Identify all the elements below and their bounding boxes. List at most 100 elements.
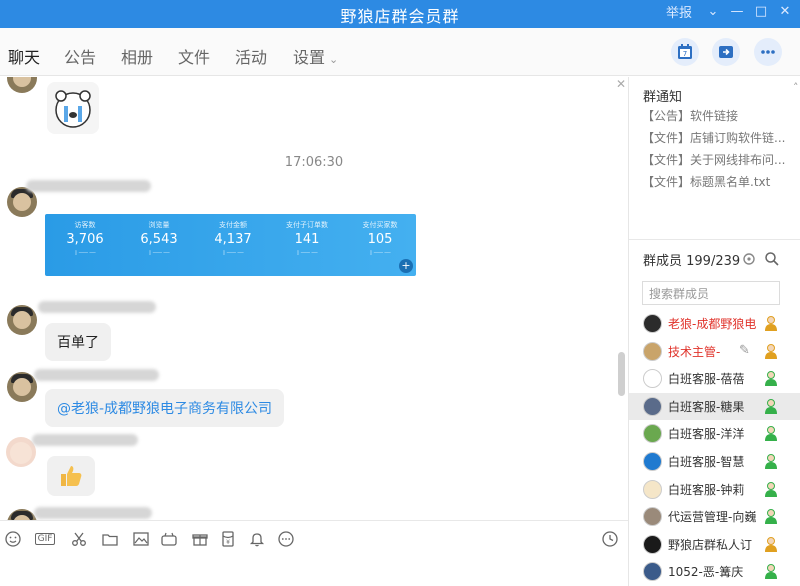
member-role-icon xyxy=(765,343,777,359)
member-row[interactable]: 白班客服-蓓蓓 xyxy=(629,365,800,392)
panel-scroll-arrow[interactable]: ˄ xyxy=(793,81,799,94)
maximize-icon[interactable]: □ xyxy=(754,4,768,19)
forward-icon xyxy=(719,46,733,58)
member-search-input[interactable]: 搜索群成员 xyxy=(642,281,780,305)
member-role-icon xyxy=(765,371,777,387)
chevron-down-icon[interactable]: ⌄ xyxy=(706,4,720,19)
member-role-icon xyxy=(765,454,777,469)
message-bubble[interactable]: 百单了 xyxy=(45,323,111,361)
member-avatar[interactable] xyxy=(643,396,662,416)
metric-payment-amount: 支付金额 4,137 ▯ ─── ── xyxy=(214,221,252,256)
tab-announcement[interactable]: 公告 xyxy=(64,44,96,68)
member-row[interactable]: 野狼店群私人订 xyxy=(629,531,800,558)
tab-settings[interactable]: 设置 ⌄ xyxy=(293,44,338,68)
sender-name-blurred xyxy=(38,301,156,313)
divider xyxy=(629,239,800,240)
member-role-icon xyxy=(765,426,777,442)
member-role-icon xyxy=(765,398,777,414)
dashboard-screenshot[interactable]: 访客数 3,706 ▯ ─── ── 浏览量 6,543 ▯ ─── ── 支付… xyxy=(45,214,416,276)
chevron-down-icon: ⌄ xyxy=(329,53,339,66)
notice-item[interactable]: 【文件】关于网线排布问... xyxy=(642,151,792,168)
search-icon[interactable] xyxy=(764,251,780,267)
message-input[interactable] xyxy=(0,556,628,586)
member-name: 白班客服-智慧 xyxy=(668,455,745,469)
member-avatar[interactable] xyxy=(643,424,662,444)
member-avatar[interactable] xyxy=(643,452,662,471)
member-avatar[interactable] xyxy=(643,369,662,389)
gif-icon[interactable]: GIF xyxy=(34,529,56,549)
member-avatar[interactable] xyxy=(643,341,662,361)
chat-area[interactable]: ✕ 17:06:30 访客数 3,706 ▯ ─── ── 浏览量 6,543 … xyxy=(0,77,628,520)
metric-pageviews: 浏览量 6,543 ▯ ─── ── xyxy=(140,221,178,256)
image-icon[interactable] xyxy=(131,529,151,549)
report-link[interactable]: 举报 xyxy=(666,2,692,21)
calendar-button[interactable]: 7 xyxy=(671,38,699,66)
member-avatar[interactable] xyxy=(643,507,662,527)
timestamp: 17:06:30 xyxy=(284,155,344,170)
notice-item[interactable]: 【文件】标题黑名单.txt xyxy=(642,173,792,190)
thumbs-up-icon xyxy=(61,466,82,486)
sender-name-blurred xyxy=(34,507,152,519)
edit-icon[interactable]: ✎ xyxy=(739,343,750,358)
history-icon[interactable] xyxy=(600,529,620,549)
gamepad-icon[interactable] xyxy=(159,529,179,549)
tab-chat[interactable]: 聊天 xyxy=(8,44,41,84)
zoom-in-icon[interactable]: + xyxy=(399,259,413,273)
member-row[interactable]: 代运营管理-向巍 xyxy=(629,503,800,530)
member-name: 白班客服-洋洋 xyxy=(668,427,745,442)
member-name: 野狼店群私人订 xyxy=(668,537,753,552)
folder-icon[interactable] xyxy=(100,529,120,549)
member-row[interactable]: 老狼-成都野狼电 xyxy=(629,310,800,337)
avatar[interactable] xyxy=(7,77,37,93)
more-button[interactable] xyxy=(754,38,782,66)
avatar[interactable] xyxy=(7,372,37,402)
minimize-icon[interactable]: — xyxy=(730,4,744,19)
red-packet-icon[interactable]: ¥ xyxy=(218,529,238,549)
member-avatar[interactable] xyxy=(643,314,662,333)
tab-activity[interactable]: 活动 xyxy=(235,44,267,68)
member-avatar[interactable] xyxy=(643,534,662,554)
metric-visitors: 访客数 3,706 ▯ ─── ── xyxy=(66,221,104,256)
tab-settings-label: 设置 xyxy=(293,48,326,67)
gift-icon[interactable] xyxy=(190,529,210,549)
sender-name-blurred xyxy=(34,369,159,381)
sender-name-blurred xyxy=(26,180,151,192)
member-role-icon xyxy=(765,536,777,552)
close-icon[interactable]: ✕ xyxy=(616,77,626,91)
member-role-icon xyxy=(765,564,777,580)
notice-item[interactable]: 【文件】店铺订购软件链... xyxy=(642,129,792,146)
bell-icon[interactable] xyxy=(247,529,267,549)
more-options-icon[interactable] xyxy=(276,529,296,549)
member-row[interactable]: 白班客服-糖果 xyxy=(629,392,800,420)
tab-album[interactable]: 相册 xyxy=(121,44,153,68)
emoji-icon[interactable] xyxy=(3,529,23,549)
member-row[interactable]: 白班客服-洋洋 xyxy=(629,420,800,447)
scissors-icon[interactable] xyxy=(69,529,89,549)
metric-buyers: 支付买家数 105 ▯ ─── ── xyxy=(362,221,398,256)
settings-icon[interactable] xyxy=(741,251,757,267)
member-avatar[interactable] xyxy=(643,479,662,499)
member-name: 白班客服-蓓蓓 xyxy=(668,372,745,387)
member-avatar[interactable] xyxy=(643,562,662,582)
notice-item[interactable]: 【公告】软件链接 xyxy=(642,107,792,124)
avatar[interactable] xyxy=(7,509,37,520)
member-name: 白班客服-钟莉 xyxy=(668,482,745,497)
right-panel: 群通知 【公告】软件链接 【文件】店铺订购软件链... 【文件】关于网线排布问.… xyxy=(628,77,800,586)
close-icon[interactable]: ✕ xyxy=(778,4,792,19)
tab-files[interactable]: 文件 xyxy=(178,44,210,68)
member-row[interactable]: 技术主管- ✎ xyxy=(629,338,800,365)
chat-scrollbar[interactable] xyxy=(618,352,625,396)
input-toolbar: GIF ¥ xyxy=(0,520,628,556)
sticker-image[interactable] xyxy=(47,82,99,134)
share-button[interactable] xyxy=(712,38,740,66)
member-row[interactable]: 白班客服-智慧 xyxy=(629,448,800,475)
member-name: 白班客服-糖果 xyxy=(668,399,745,414)
member-row[interactable]: 1052-恶-篝庆 xyxy=(629,558,800,585)
mention-bubble[interactable]: @老狼-成都野狼电子商务有限公司 xyxy=(45,389,285,427)
member-name: 代运营管理-向巍 xyxy=(668,510,757,525)
member-row[interactable]: 白班客服-钟莉 xyxy=(629,476,800,503)
more-icon xyxy=(761,50,775,54)
thumbs-up-emoji[interactable] xyxy=(47,456,95,496)
svg-text:7: 7 xyxy=(683,50,687,58)
avatar[interactable] xyxy=(7,305,37,335)
